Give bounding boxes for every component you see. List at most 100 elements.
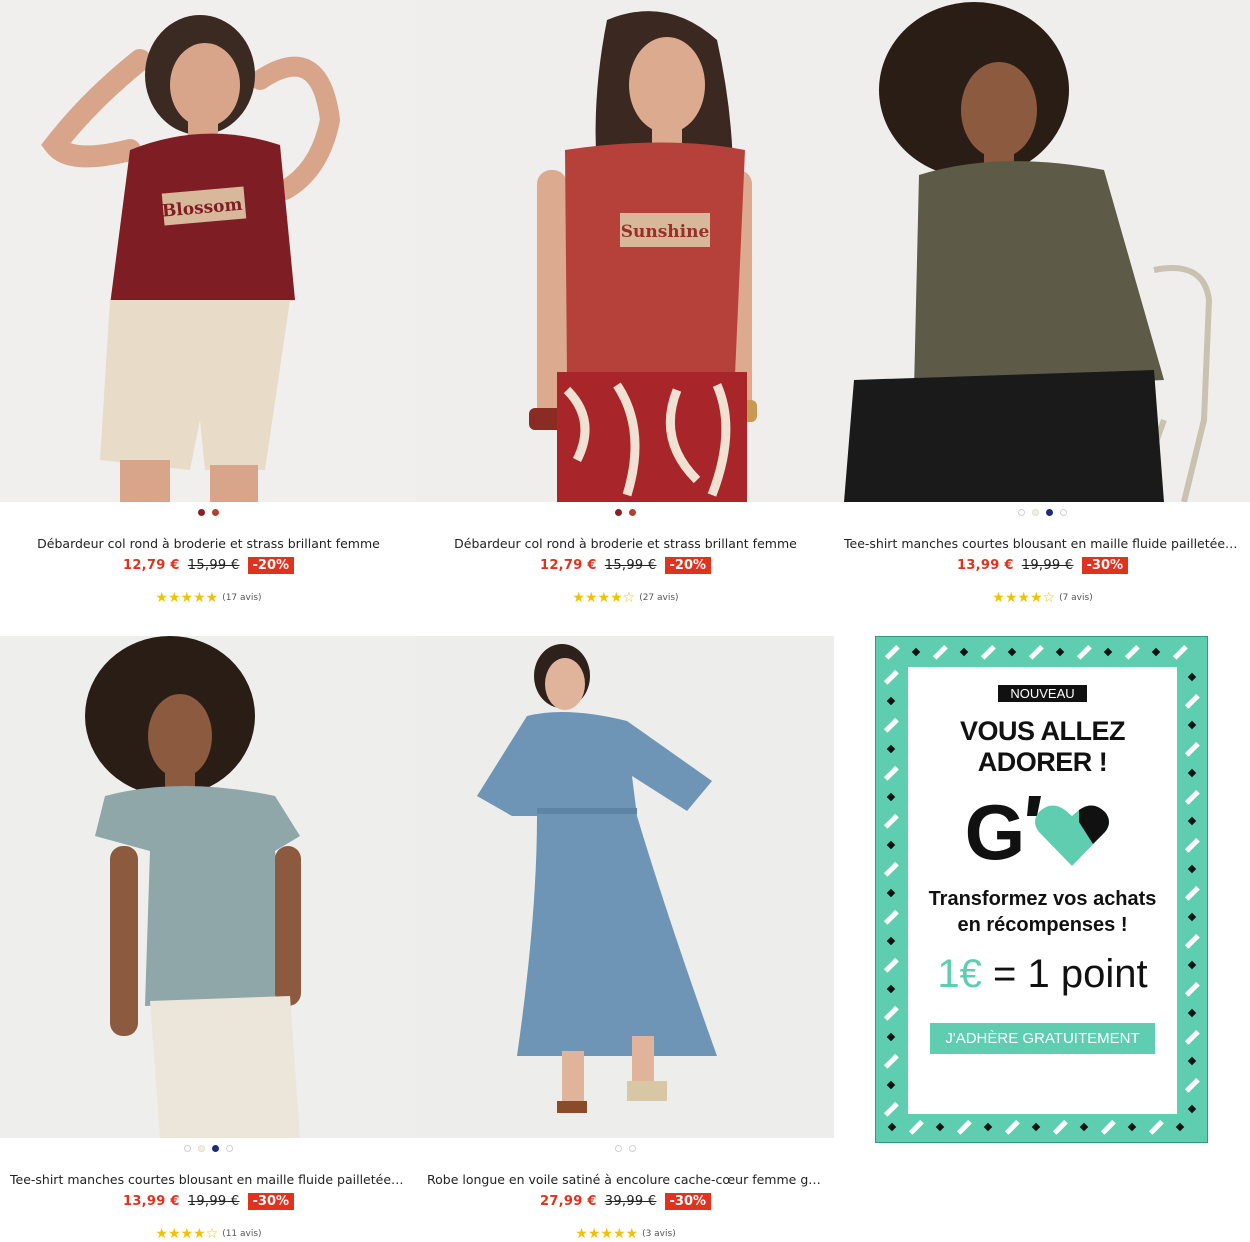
price-row: 13,99 € 19,99 € -30% (834, 557, 1250, 574)
original-price: 15,99 € (187, 558, 240, 573)
color-swatch[interactable] (226, 1144, 233, 1152)
loyalty-promo-banner[interactable]: NOUVEAU VOUS ALLEZ ADORER ! G Transforme… (875, 636, 1208, 1143)
border-pattern-mark (886, 744, 896, 754)
border-pattern-mark (1184, 789, 1200, 805)
border-pattern-mark (1184, 837, 1200, 853)
product-image[interactable] (417, 636, 834, 1138)
border-pattern-mark (1124, 644, 1140, 660)
heart-icon (1027, 796, 1110, 866)
discount-badge: -30% (247, 1193, 295, 1210)
product-image[interactable]: Sunshine (417, 0, 834, 502)
color-swatch[interactable] (184, 1144, 191, 1152)
color-swatch[interactable] (629, 1144, 636, 1152)
promo-subtitle-line2: en récompenses ! (957, 914, 1128, 936)
border-pattern-mark (1007, 647, 1017, 657)
border-pattern-mark (1052, 1119, 1068, 1135)
border-pattern-mark (1184, 1029, 1200, 1045)
color-swatch[interactable] (198, 1144, 205, 1152)
border-pattern-mark (1187, 1008, 1197, 1018)
product-image[interactable]: Blossom (0, 0, 417, 502)
product-card[interactable]: Robe longue en voile satiné à encolure c… (417, 636, 834, 1242)
border-pattern-mark (1187, 864, 1197, 874)
border-pattern-mark (883, 861, 899, 877)
product-card[interactable]: Tee-shirt manches courtes blousant en ma… (834, 0, 1250, 606)
border-pattern-mark (1187, 672, 1197, 682)
product-card[interactable]: Tee-shirt manches courtes blousant en ma… (0, 636, 417, 1242)
color-swatch[interactable] (198, 508, 205, 516)
border-pattern-mark (886, 792, 896, 802)
product-title[interactable]: Tee-shirt manches courtes blousant en ma… (0, 1172, 417, 1187)
rating[interactable]: ★★★★☆ (11 avis) (0, 1226, 417, 1242)
color-swatch[interactable] (1046, 508, 1053, 516)
promo-headline-line2: ADORER ! (977, 747, 1108, 777)
original-price: 19,99 € (187, 1194, 240, 1209)
rating[interactable]: ★★★★☆ (7 avis) (834, 590, 1250, 606)
border-pattern-mark (886, 696, 896, 706)
product-card[interactable]: Blossom Débardeur col rond à broderie et… (0, 0, 417, 606)
border-pattern-mark (935, 1122, 945, 1132)
color-swatch[interactable] (212, 508, 219, 516)
promo-headline: VOUS ALLEZ ADORER ! (908, 716, 1177, 778)
color-swatch[interactable] (1032, 508, 1039, 516)
border-pattern-mark (1100, 1119, 1116, 1135)
color-swatch[interactable] (1018, 508, 1025, 516)
product-image[interactable] (0, 636, 417, 1138)
review-count: (11 avis) (222, 1229, 262, 1239)
border-pattern-mark (886, 1080, 896, 1090)
color-swatches (417, 1140, 834, 1156)
original-price: 15,99 € (604, 558, 657, 573)
color-swatch[interactable] (615, 1144, 622, 1152)
star-rating-icon: ★★★★☆ (155, 1226, 219, 1242)
new-badge: NOUVEAU (998, 685, 1087, 702)
color-swatch[interactable] (1060, 508, 1067, 516)
border-pattern-mark (980, 644, 996, 660)
border-pattern-mark (1103, 647, 1113, 657)
border-pattern-mark (1127, 1122, 1137, 1132)
sale-price: 12,79 € (122, 558, 180, 573)
loyalty-logo: G (908, 792, 1177, 872)
sale-price: 12,79 € (539, 558, 597, 573)
product-image[interactable] (834, 0, 1250, 502)
color-swatch[interactable] (629, 508, 636, 516)
sale-price: 27,99 € (539, 1194, 597, 1209)
border-pattern-mark (983, 1122, 993, 1132)
product-card[interactable]: Sunshine Débardeur col rond à broderie e… (417, 0, 834, 606)
border-pattern-mark (959, 647, 969, 657)
border-pattern-mark (886, 984, 896, 994)
product-title[interactable]: Tee-shirt manches courtes blousant en ma… (834, 536, 1250, 551)
promo-content: NOUVEAU VOUS ALLEZ ADORER ! G Transforme… (908, 667, 1177, 1114)
original-price: 19,99 € (1021, 558, 1074, 573)
sale-price: 13,99 € (956, 558, 1014, 573)
border-pattern-mark (1151, 647, 1161, 657)
border-pattern-mark (883, 813, 899, 829)
border-pattern-mark (1175, 1122, 1185, 1132)
review-count: (27 avis) (639, 593, 679, 603)
border-pattern-mark (1187, 960, 1197, 970)
border-pattern-mark (1076, 644, 1092, 660)
border-pattern-mark (1184, 885, 1200, 901)
border-pattern-mark (1028, 644, 1044, 660)
border-pattern-mark (1004, 1119, 1020, 1135)
color-swatch[interactable] (212, 1144, 219, 1152)
color-swatch[interactable] (615, 508, 622, 516)
join-free-button[interactable]: J'ADHÈRE GRATUITEMENT (930, 1023, 1155, 1054)
print-text: Sunshine (621, 222, 710, 242)
border-pattern-mark (886, 840, 896, 850)
border-pattern-mark (884, 644, 900, 660)
price-row: 12,79 € 15,99 € -20% (417, 557, 834, 574)
border-pattern-mark (1187, 912, 1197, 922)
star-rating-icon: ★★★★☆ (992, 590, 1056, 606)
rating[interactable]: ★★★★★ (17 avis) (0, 590, 417, 606)
product-title[interactable]: Débardeur col rond à broderie et strass … (0, 536, 417, 551)
border-pattern-mark (883, 1053, 899, 1069)
product-title[interactable]: Robe longue en voile satiné à encolure c… (417, 1172, 834, 1187)
rating[interactable]: ★★★★☆ (27 avis) (417, 590, 834, 606)
euro-value: 1€ (937, 952, 982, 996)
product-title[interactable]: Débardeur col rond à broderie et strass … (417, 536, 834, 551)
review-count: (3 avis) (642, 1229, 676, 1239)
rating[interactable]: ★★★★★ (3 avis) (417, 1226, 834, 1242)
border-pattern-mark (932, 644, 948, 660)
border-pattern-mark (911, 647, 921, 657)
review-count: (7 avis) (1059, 593, 1093, 603)
logo-letter: G (964, 788, 1026, 876)
